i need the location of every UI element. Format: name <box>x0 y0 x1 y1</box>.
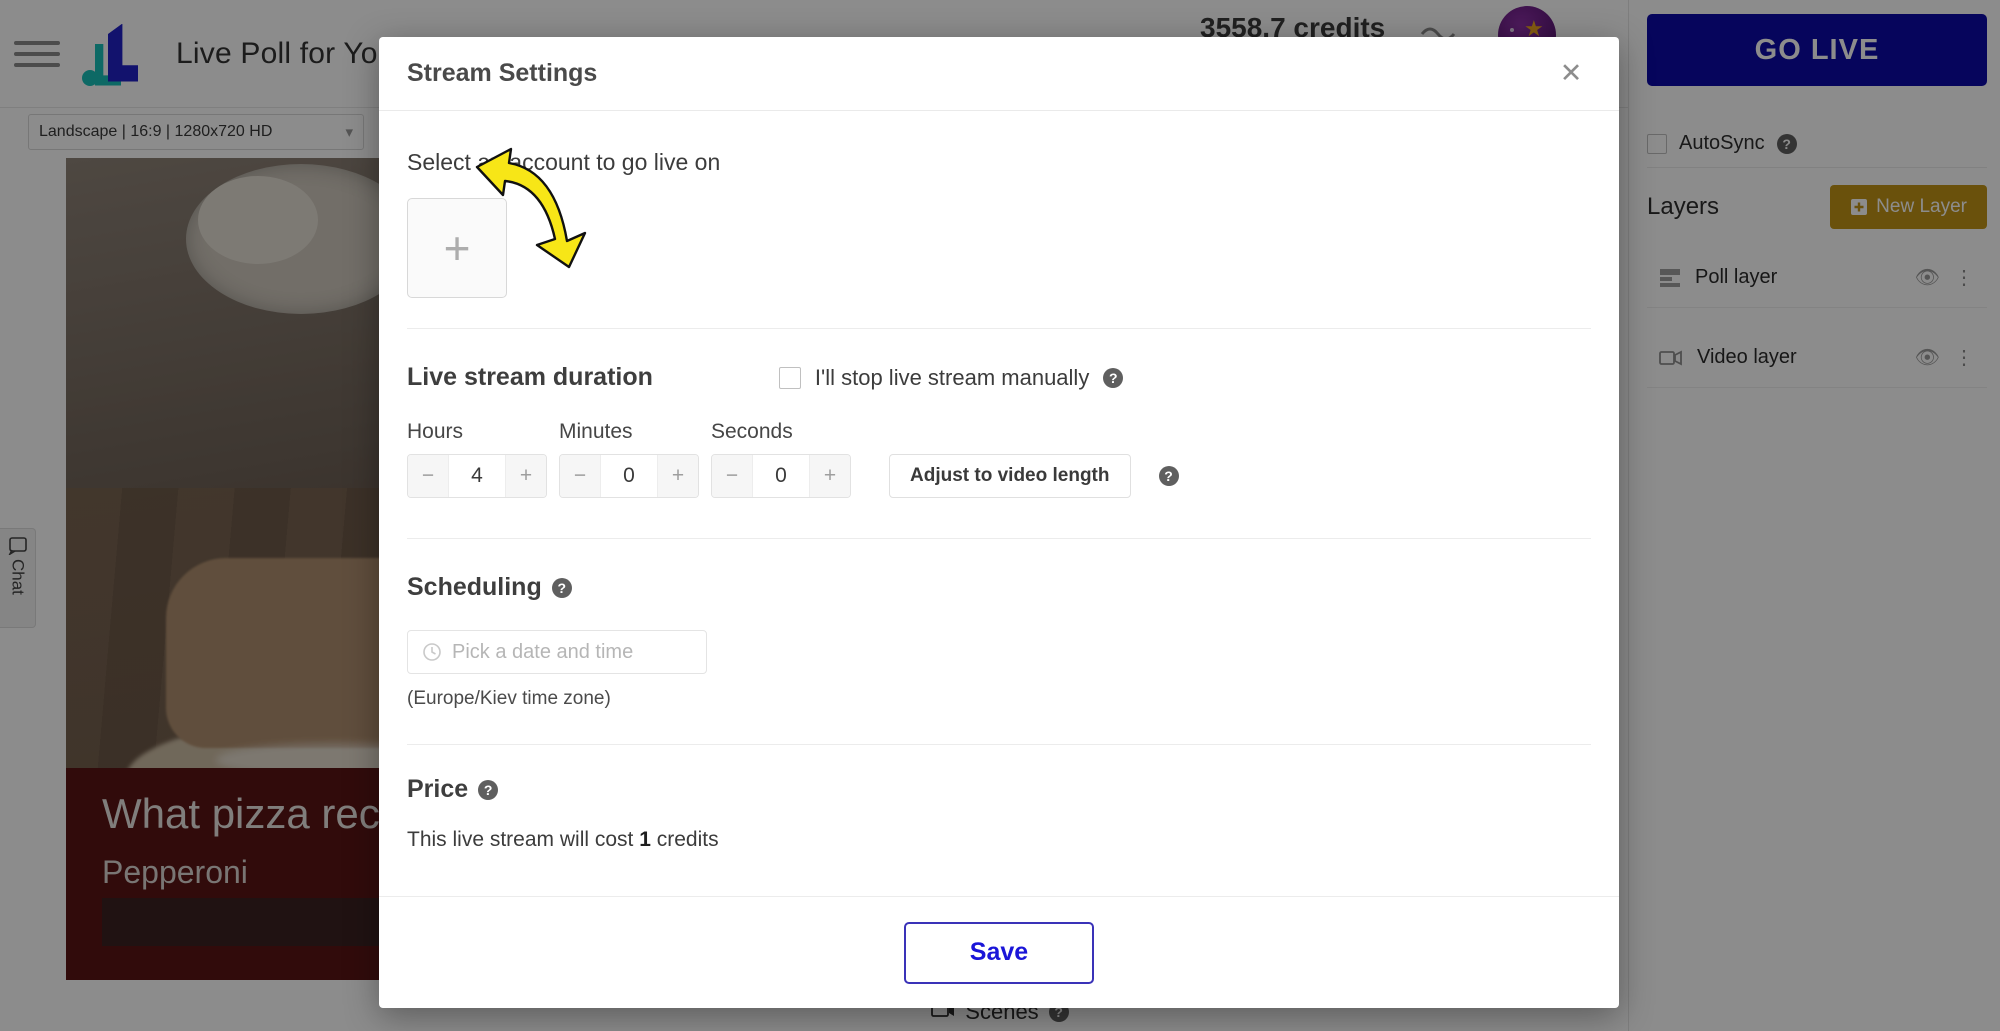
price-note: This live stream will cost 1 credits <box>407 828 1591 852</box>
hours-increment-button[interactable]: + <box>506 455 546 497</box>
duration-title: Live stream duration <box>407 363 653 391</box>
clock-icon <box>423 643 441 661</box>
minutes-stepper[interactable]: − 0 + <box>559 454 699 498</box>
minutes-value[interactable]: 0 <box>600 455 658 497</box>
manual-stop-help-icon[interactable]: ? <box>1103 367 1124 388</box>
duration-header: Live stream duration I'll stop live stre… <box>407 363 1591 392</box>
scheduling-title-row: Scheduling ? <box>407 573 1591 602</box>
price-title-row: Price ? <box>407 775 1591 804</box>
select-account-label: Select an account to go live on <box>407 149 721 175</box>
modal-footer: Save <box>379 896 1619 1008</box>
schedule-datetime-input[interactable]: Pick a date and time <box>407 630 707 674</box>
modal-header: Stream Settings ✕ <box>379 37 1619 111</box>
duration-steppers: − 4 + − 0 + − 0 + Adjust to video length… <box>407 454 1591 498</box>
modal-body: Select an account to go live on + Live s… <box>379 111 1619 896</box>
hours-label: Hours <box>407 420 464 443</box>
divider <box>407 328 1591 329</box>
adjust-to-video-length-button[interactable]: Adjust to video length <box>889 454 1131 498</box>
hours-value[interactable]: 4 <box>448 455 506 497</box>
seconds-stepper[interactable]: − 0 + <box>711 454 851 498</box>
seconds-label: Seconds <box>711 420 793 443</box>
minutes-increment-button[interactable]: + <box>658 455 698 497</box>
divider <box>407 744 1591 745</box>
manual-stop-checkbox[interactable] <box>778 366 801 389</box>
price-text-after: credits <box>650 828 719 851</box>
minutes-label: Minutes <box>559 420 633 443</box>
price-title: Price <box>407 775 469 803</box>
add-account-tile[interactable]: + <box>407 198 507 298</box>
adjust-help-icon[interactable]: ? <box>1158 466 1179 486</box>
scheduling-help-icon[interactable]: ? <box>551 577 572 598</box>
seconds-increment-button[interactable]: + <box>810 455 850 497</box>
duration-labels: Hours Minutes Seconds <box>407 420 1591 444</box>
scheduling-title: Scheduling <box>407 573 542 601</box>
seconds-value[interactable]: 0 <box>752 455 810 497</box>
manual-stop-label: I'll stop live stream manually <box>814 364 1090 390</box>
minutes-decrement-button[interactable]: − <box>560 455 600 497</box>
timezone-note: (Europe/Kiev time zone) <box>407 688 611 709</box>
stream-settings-modal: Stream Settings ✕ Select an account to g… <box>379 37 1619 1008</box>
hours-stepper[interactable]: − 4 + <box>407 454 547 498</box>
price-help-icon[interactable]: ? <box>478 779 499 800</box>
seconds-decrement-button[interactable]: − <box>712 455 752 497</box>
divider <box>407 538 1591 539</box>
schedule-datetime-placeholder: Pick a date and time <box>452 640 634 663</box>
price-text-before: This live stream will cost <box>407 828 640 851</box>
price-amount: 1 <box>639 828 651 851</box>
close-icon[interactable]: ✕ <box>1551 54 1591 94</box>
modal-title: Stream Settings <box>407 59 598 87</box>
hours-decrement-button[interactable]: − <box>408 455 448 497</box>
manual-stop-row[interactable]: I'll stop live stream manually ? <box>778 364 1124 391</box>
plus-icon: + <box>443 222 471 274</box>
save-button[interactable]: Save <box>904 921 1094 984</box>
